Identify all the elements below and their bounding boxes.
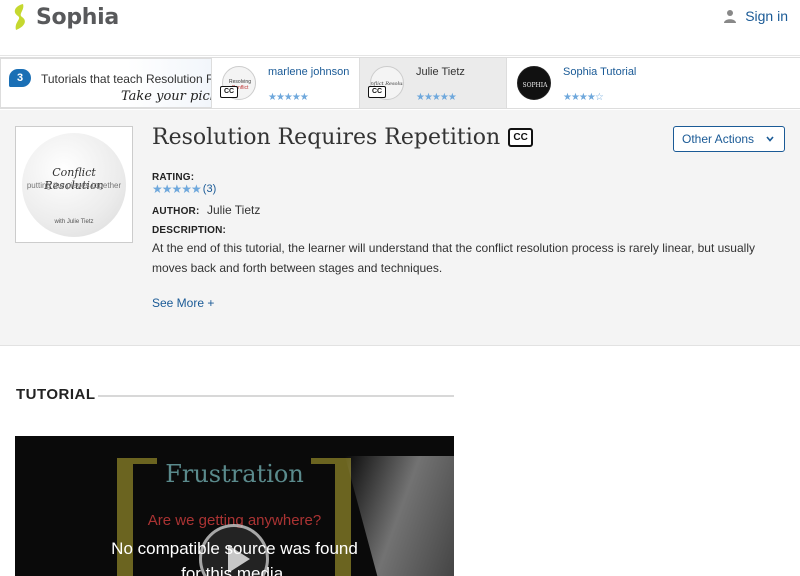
tutorial-author-name: Julie Tietz: [416, 66, 465, 78]
tutorials-intro: 3 Tutorials that teach Resolution R Take…: [0, 58, 212, 108]
section-heading: TUTORIAL: [16, 386, 96, 403]
user-icon: [724, 10, 737, 23]
title-row: Resolution Requires Repetition CC: [152, 125, 534, 150]
player-error-line-2: for this media.: [181, 564, 288, 576]
rating-stars: ★★★★★: [152, 182, 202, 196]
tutorial-stars: ★★★★★: [416, 92, 457, 103]
tutorial-author-name: marlene johnson: [268, 66, 350, 78]
svg-text:SOPHIA: SOPHIA: [522, 82, 548, 89]
logo-text: Sophia: [36, 4, 119, 30]
section-divider: [98, 395, 454, 397]
tutorial-option-marlene[interactable]: Resolving Conflict CC marlene johnson ★★★…: [212, 58, 360, 108]
cc-icon: CC: [220, 86, 238, 98]
other-actions-button[interactable]: Other Actions: [673, 126, 785, 152]
slide-title: Frustration: [165, 460, 304, 488]
cover-byline: with Julie Tietz: [54, 219, 94, 225]
other-actions-label: Other Actions: [682, 132, 755, 146]
tutorial-option-sophia[interactable]: SOPHIA Sophia Tutorial ★★★★☆: [507, 58, 799, 108]
tutorial-stars: ★★★★☆: [563, 92, 604, 103]
author-name: Julie Tietz: [207, 203, 261, 217]
cover-subtitle: putting the pieces together: [26, 181, 122, 190]
cover-circle: Conflict Resolution putting the pieces t…: [22, 133, 126, 237]
cc-icon: CC: [368, 86, 386, 98]
tutorial-thumbnail: SOPHIA: [517, 66, 551, 100]
rating-row: ★★★★★ (3): [152, 182, 216, 196]
player-error-message: No compatible source was found for this …: [15, 536, 454, 576]
sign-in-label: Sign in: [745, 8, 788, 24]
tutorials-intro-text: Tutorials that teach Resolution R: [41, 72, 212, 86]
author-label: AUTHOR:: [152, 206, 200, 217]
tutorial-author-name: Sophia Tutorial: [563, 66, 637, 78]
tutorial-option-julie[interactable]: Conflict Resolution CC Julie Tietz ★★★★★: [360, 58, 507, 108]
page-title: Resolution Requires Repetition: [152, 125, 501, 150]
site-header: Sophia Sign in: [0, 0, 800, 56]
rating-count-link[interactable]: (3): [203, 183, 216, 195]
tutorial-cover-image: Conflict Resolution putting the pieces t…: [15, 126, 133, 243]
video-player[interactable]: Frustration Are we getting anywhere? No …: [15, 436, 454, 576]
chevron-down-icon: [766, 136, 774, 142]
tutorial-stars: ★★★★★: [268, 92, 309, 103]
player-error-line-1: No compatible source was found: [111, 539, 358, 558]
see-more-link[interactable]: See More +: [152, 296, 214, 310]
tutorials-strip: 3 Tutorials that teach Resolution R Take…: [0, 57, 800, 109]
sophia-logo[interactable]: Sophia: [10, 3, 119, 31]
description-text: At the end of this tutorial, the learner…: [152, 241, 755, 275]
sign-in-link[interactable]: Sign in: [723, 8, 788, 24]
take-your-pick-text: Take your pick:: [121, 89, 212, 104]
closed-captions-icon: CC: [508, 128, 534, 147]
sophia-logo-icon: [14, 4, 25, 30]
description-label: DESCRIPTION:: [152, 225, 227, 236]
tutorial-count-badge: 3: [9, 69, 31, 87]
